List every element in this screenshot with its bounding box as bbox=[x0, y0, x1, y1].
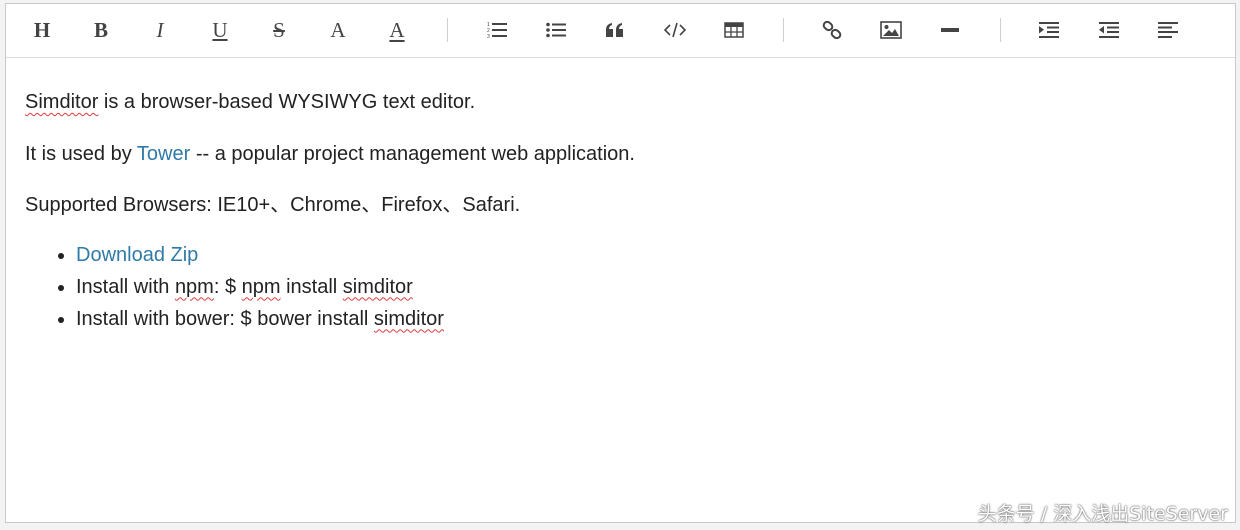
font-color-button[interactable]: A bbox=[379, 12, 415, 48]
strikethrough-icon: S bbox=[273, 17, 285, 42]
underline-button[interactable]: U bbox=[202, 12, 238, 48]
page: H B I U S A A 1 2 3 Simditor is a browse… bbox=[0, 0, 1240, 530]
unordered-list-icon bbox=[546, 22, 566, 38]
italic-button[interactable]: I bbox=[142, 12, 178, 48]
link-icon bbox=[822, 21, 842, 39]
toolbar-separator bbox=[1000, 18, 1001, 42]
indent-button[interactable] bbox=[1031, 12, 1067, 48]
simditor-editor: H B I U S A A 1 2 3 Simditor is a browse… bbox=[5, 3, 1236, 523]
misspelled-word: simditor bbox=[373, 307, 444, 330]
unordered-list-button[interactable] bbox=[538, 12, 574, 48]
table-icon bbox=[724, 22, 744, 38]
blockquote-button[interactable] bbox=[597, 12, 633, 48]
misspelled-word: npm bbox=[241, 275, 281, 298]
heading-icon: H bbox=[33, 17, 51, 42]
paragraph-text: It is used by bbox=[25, 142, 137, 165]
strikethrough-button[interactable]: S bbox=[261, 12, 297, 48]
font-size-icon: A bbox=[330, 17, 346, 42]
bold-button[interactable]: B bbox=[83, 12, 119, 48]
bullet-list: Download Zip Install with npm: $ npm ins… bbox=[25, 239, 1216, 335]
paragraph-usage: It is used by Tower -- a popular project… bbox=[25, 136, 1216, 188]
ordered-list-button[interactable]: 1 2 3 bbox=[479, 12, 515, 48]
download-zip-link[interactable]: Download Zip bbox=[76, 244, 198, 266]
heading-button[interactable]: H bbox=[24, 12, 60, 48]
font-size-button[interactable]: A bbox=[320, 12, 356, 48]
italic-icon: I bbox=[156, 17, 164, 42]
horizontal-rule-icon bbox=[941, 28, 959, 32]
list-text: Install with bower: $ bower install bbox=[76, 307, 374, 330]
watermark: 头条号 / 深入浅出SiteServer bbox=[977, 503, 1228, 525]
bold-icon: B bbox=[93, 17, 108, 42]
svg-text:3: 3 bbox=[487, 34, 490, 39]
table-button[interactable] bbox=[716, 12, 752, 48]
paragraph-intro: Simditor is a browser-based WYSIWYG text… bbox=[25, 84, 1216, 136]
editor-body[interactable]: Simditor is a browser-based WYSIWYG text… bbox=[25, 84, 1216, 335]
outdent-button[interactable] bbox=[1091, 12, 1127, 48]
ordered-list-icon: 1 2 3 bbox=[487, 22, 507, 39]
list-item: Install with bower: $ bower install simd… bbox=[76, 303, 1216, 335]
align-left-icon bbox=[1158, 22, 1178, 38]
paragraph-text: is a browser-based WYSIWYG text editor. bbox=[98, 91, 476, 113]
image-icon bbox=[880, 21, 902, 39]
underline-icon: U bbox=[212, 17, 228, 42]
horizontal-rule-button[interactable] bbox=[932, 12, 968, 48]
outdent-icon bbox=[1099, 22, 1119, 38]
paragraph-browsers: Supported Browsers: IE10+、Chrome、Firefox… bbox=[25, 194, 521, 216]
toolbar-separator bbox=[447, 18, 448, 42]
tower-link[interactable]: Tower bbox=[137, 143, 190, 165]
list-text: install bbox=[280, 275, 343, 298]
link-button[interactable] bbox=[814, 12, 850, 48]
code-icon bbox=[664, 22, 686, 38]
align-button[interactable] bbox=[1150, 12, 1186, 48]
font-color-icon: A bbox=[389, 17, 405, 42]
misspelled-word: simditor bbox=[342, 275, 413, 298]
misspelled-word: Simditor bbox=[25, 91, 99, 113]
list-text: Install with bbox=[76, 275, 175, 298]
image-button[interactable] bbox=[873, 12, 909, 48]
list-item: Download Zip bbox=[76, 239, 1216, 271]
blockquote-icon bbox=[606, 23, 623, 37]
indent-icon bbox=[1039, 22, 1059, 38]
editor-toolbar: H B I U S A A 1 2 3 bbox=[6, 4, 1235, 58]
code-button[interactable] bbox=[657, 12, 693, 48]
list-text: : $ bbox=[213, 275, 242, 298]
misspelled-word: npm bbox=[174, 275, 214, 298]
list-item: Install with npm: $ npm install simditor bbox=[76, 271, 1216, 303]
toolbar-separator bbox=[783, 18, 784, 42]
paragraph-text: -- a popular project management web appl… bbox=[190, 142, 635, 165]
